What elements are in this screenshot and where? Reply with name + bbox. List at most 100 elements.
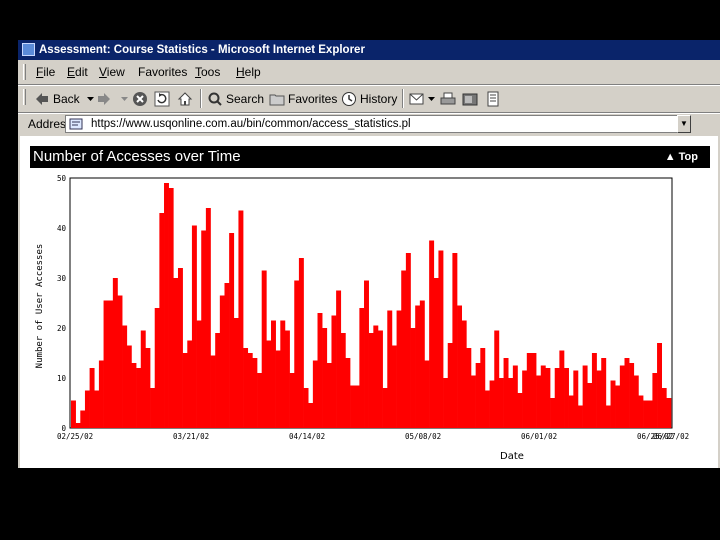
- mail-button[interactable]: [409, 85, 436, 112]
- chart-bar: [298, 258, 304, 428]
- home-button[interactable]: [177, 85, 193, 112]
- accesses-chart: 5040302010002/25/02 03/21/02 04/14/02 05/08…: [35, 174, 689, 462]
- y-tick-label: 10: [57, 374, 67, 383]
- y-tick-label: 50: [57, 174, 67, 183]
- chart-bar: [452, 253, 458, 428]
- chart-bar: [266, 340, 272, 428]
- chart-bar: [494, 330, 500, 428]
- chart-bar: [131, 363, 137, 428]
- chart-bar: [536, 375, 542, 428]
- x-tick-label: 06/27/02: [653, 432, 689, 441]
- x-tick-label: 04/14/02: [289, 432, 325, 441]
- chart-bar: [601, 358, 607, 428]
- address-dropdown-button[interactable]: ▼: [677, 115, 691, 133]
- print-button[interactable]: [440, 85, 456, 112]
- chart-bar: [284, 330, 290, 428]
- chart-bar: [359, 308, 365, 428]
- chart-bar: [126, 345, 132, 428]
- search-icon: [208, 92, 222, 106]
- chart-bar: [657, 343, 662, 428]
- menu-help[interactable]: Help: [236, 60, 261, 84]
- chart-bar: [275, 350, 281, 428]
- chart-bar: [340, 333, 346, 428]
- chart-bar: [303, 388, 309, 428]
- chart-bar: [559, 350, 565, 428]
- favorites-button[interactable]: Favorites: [269, 85, 337, 112]
- chart-bar: [117, 295, 123, 428]
- mail-dropdown-icon[interactable]: [427, 96, 436, 102]
- history-button[interactable]: History: [341, 85, 397, 112]
- menu-favorites[interactable]: Favorites: [138, 60, 187, 84]
- history-label: History: [360, 91, 398, 106]
- chart-bar: [610, 380, 616, 428]
- chart-bar: [522, 370, 528, 428]
- chart-bar: [387, 310, 393, 428]
- forward-button[interactable]: [96, 85, 129, 112]
- chart-bar: [550, 398, 556, 428]
- chart-bar: [238, 210, 244, 428]
- chart-bar: [661, 388, 667, 428]
- chart-bar: [89, 368, 95, 428]
- chart-bar: [401, 270, 407, 428]
- back-dropdown-icon[interactable]: [86, 96, 95, 102]
- chart-bar: [94, 390, 100, 428]
- chart-bar: [75, 423, 81, 428]
- forward-arrow-icon: [98, 92, 110, 105]
- chart-bar: [471, 375, 476, 428]
- stop-icon: [133, 91, 147, 106]
- chart-bar: [243, 348, 249, 428]
- chart-bar: [84, 390, 90, 428]
- section-title: Number of Accesses over Time: [33, 148, 241, 165]
- chart-bar: [98, 360, 104, 428]
- toolbar-separator: [200, 89, 202, 108]
- top-link[interactable]: ▲ Top: [665, 146, 698, 168]
- search-button[interactable]: Search: [207, 85, 264, 112]
- forward-dropdown-icon[interactable]: [120, 96, 129, 102]
- refresh-button[interactable]: [154, 85, 170, 112]
- menu-file[interactable]: File: [36, 60, 55, 84]
- chart-bar: [191, 225, 197, 428]
- chart-bar: [247, 353, 253, 428]
- chart-bar: [587, 383, 593, 428]
- address-bar: Address https://www.usqonline.com.au/bin…: [18, 113, 720, 135]
- discuss-button[interactable]: [485, 85, 501, 112]
- x-tick-label: 03/21/02: [173, 432, 209, 441]
- menu-view[interactable]: View: [99, 60, 125, 84]
- chart-bar: [257, 373, 262, 428]
- chart-bar: [410, 328, 416, 428]
- chart-bar: [447, 343, 453, 428]
- edit-button[interactable]: [462, 85, 478, 112]
- chart-bar: [196, 320, 202, 428]
- section-banner: Number of Accesses over Time ▲ Top: [30, 146, 710, 168]
- toolbar-grip-handle[interactable]: [23, 89, 26, 105]
- chart-bar: [154, 308, 160, 428]
- back-button[interactable]: Back: [34, 85, 95, 112]
- menubar-grip-handle[interactable]: [23, 64, 26, 80]
- chart-bar: [629, 363, 635, 428]
- back-label: Back: [53, 91, 80, 106]
- stop-button[interactable]: [132, 85, 148, 112]
- browser-window: Assessment: Course Statistics - Microsof…: [18, 40, 720, 468]
- address-input[interactable]: https://www.usqonline.com.au/bin/common/…: [65, 115, 689, 133]
- chart-bar: [531, 353, 537, 428]
- chart-bar: [215, 333, 221, 428]
- chart-bar: [382, 388, 388, 428]
- chart-bar: [331, 315, 337, 428]
- x-tick-label: 06/01/02: [521, 432, 557, 441]
- chart-bar: [647, 400, 653, 428]
- chart-bar: [457, 305, 462, 428]
- chart-bar: [540, 365, 546, 428]
- chart-bar: [368, 333, 374, 428]
- menu-tools[interactable]: Toos: [195, 60, 220, 84]
- x-axis-label: Date: [500, 451, 524, 462]
- chart-bar: [503, 358, 509, 428]
- chart-bar: [145, 348, 151, 428]
- chart-bar: [140, 330, 146, 428]
- chart-bar: [350, 385, 356, 428]
- menu-edit[interactable]: Edit: [67, 60, 88, 84]
- chart-bar: [294, 280, 300, 428]
- chart-bar: [489, 380, 495, 428]
- chart-bar: [596, 370, 602, 428]
- chart-bar: [591, 353, 597, 428]
- chart-bar: [633, 375, 639, 428]
